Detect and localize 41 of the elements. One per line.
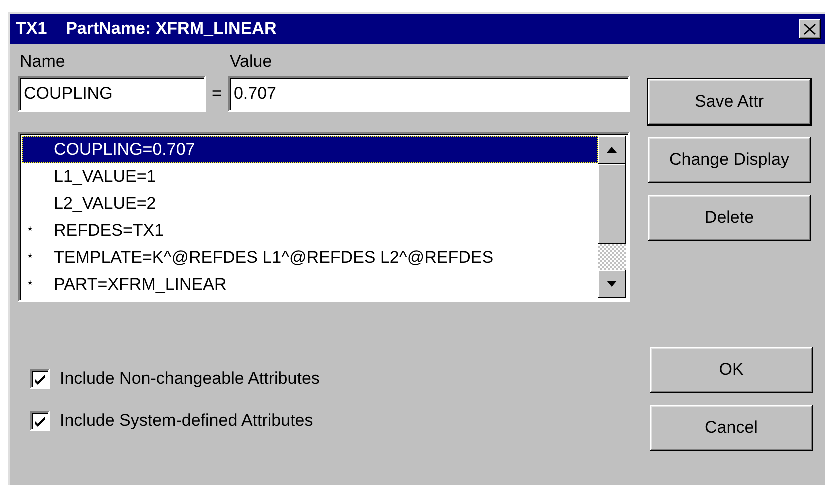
close-icon xyxy=(804,24,816,34)
action-button[interactable]: Change Display xyxy=(648,137,811,183)
item-text: L1_VALUE=1 xyxy=(54,166,156,186)
check-icon xyxy=(34,374,46,384)
name-field[interactable]: COUPLING xyxy=(18,76,206,112)
scrollbar[interactable] xyxy=(598,136,626,298)
up-arrow-icon xyxy=(607,147,617,153)
field-label: Name xyxy=(19,52,66,72)
marker: * xyxy=(28,250,33,264)
scroll-up-button[interactable] xyxy=(598,136,626,164)
list-item[interactable]: * REFDES=TX1 xyxy=(22,217,598,244)
item-text: PART=XFRM_LINEAR xyxy=(54,274,227,294)
value-field[interactable]: 0.707 xyxy=(228,76,630,112)
checkbox-label[interactable]: Include Non-changeable Attributes xyxy=(60,369,320,389)
marker: * xyxy=(28,224,33,238)
item-text: TEMPLATE=K^@REFDES L1^@REFDES L2^@REFDES xyxy=(54,248,494,268)
list-item[interactable]: L2_VALUE=2 xyxy=(22,190,598,217)
item-text: L2_VALUE=2 xyxy=(54,194,156,214)
list-item[interactable]: * TEMPLATE=K^@REFDES L1^@REFDES L2^@REFDES xyxy=(22,244,598,271)
field-label: Value xyxy=(228,52,274,72)
checkbox[interactable] xyxy=(30,369,50,389)
scroll-thumb[interactable] xyxy=(598,164,626,244)
list-item[interactable]: L1_VALUE=1 xyxy=(22,163,598,190)
dialog-button[interactable]: Cancel xyxy=(650,405,813,451)
checkbox[interactable] xyxy=(30,411,50,431)
dialog-button[interactable]: OK xyxy=(650,347,813,393)
window-title: TX1 PartName: XFRM_LINEAR xyxy=(16,19,277,39)
scroll-down-button[interactable] xyxy=(598,270,626,298)
item-text: COUPLING=0.707 xyxy=(54,140,196,160)
action-button[interactable]: Delete xyxy=(648,195,811,241)
checkbox-label[interactable]: Include System-defined Attributes xyxy=(60,411,314,431)
marker: * xyxy=(28,278,33,292)
down-arrow-icon xyxy=(607,281,617,287)
check-icon xyxy=(34,416,46,426)
close-button[interactable] xyxy=(799,19,821,39)
item-text: REFDES=TX1 xyxy=(54,220,164,240)
attribute-list[interactable]: COUPLING=0.707 L1_VALUE=1 L2_VALUE=2 * REFDES=TX1 * TEMPLATE=K^@REFDES L1^@REFDES L2^@REFDES * PART=XFRM_LINEAR xyxy=(18,132,630,302)
equals-sign: = xyxy=(212,84,222,105)
list-item[interactable]: COUPLING=0.707 xyxy=(22,136,598,163)
list-item[interactable]: * PART=XFRM_LINEAR xyxy=(22,271,598,298)
action-button[interactable]: Save Attr xyxy=(648,79,811,125)
